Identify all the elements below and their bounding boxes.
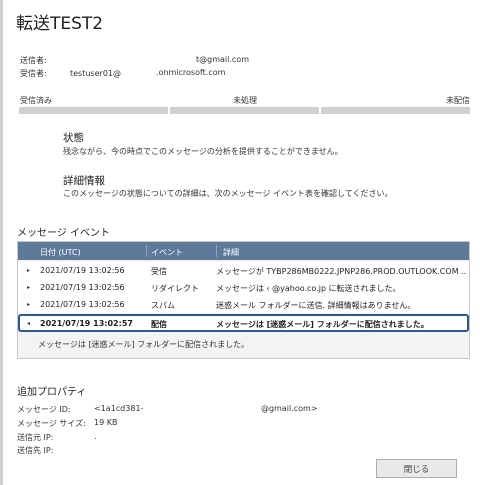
expand-arrow-icon[interactable]: ▸ bbox=[27, 301, 30, 308]
recipient-value: testuser01@ bbox=[70, 69, 121, 78]
event-type: 配信 bbox=[151, 320, 167, 329]
status-heading: 状態 bbox=[63, 132, 84, 144]
property-value: . bbox=[94, 432, 97, 441]
status-received-label: 受信済み bbox=[20, 96, 52, 105]
delivery-status-bar bbox=[19, 107, 470, 114]
status-text: 残念ながら、今の時点でこのメッセージの分析を提供することができません。 bbox=[63, 147, 343, 156]
event-type: リダイレクト bbox=[151, 284, 199, 293]
collapse-arrow-icon[interactable]: ◂ bbox=[27, 320, 30, 327]
status-undelivered-label: 未配信 bbox=[446, 96, 470, 105]
column-header-event[interactable]: イベント bbox=[151, 247, 183, 258]
sender-row: 送信者: t@gmail.com bbox=[20, 55, 249, 66]
page-title: 転送TEST2 bbox=[16, 14, 104, 34]
event-date: 2021/07/19 13:02:56 bbox=[40, 283, 125, 292]
event-detail: メッセージは ‹ @yahoo.co.jp に転送されました。 bbox=[216, 284, 401, 293]
event-detail: メッセージは [迷惑メール] フォルダーに配信されました。 bbox=[216, 320, 429, 329]
property-label: メッセージ サイズ: bbox=[17, 419, 86, 428]
property-value: 19 KB bbox=[94, 418, 118, 427]
event-type: スパム bbox=[151, 301, 175, 310]
sender-label: 送信者: bbox=[20, 56, 47, 65]
column-divider bbox=[146, 245, 147, 257]
event-date: 2021/07/19 13:02:56 bbox=[40, 300, 125, 309]
event-type: 受信 bbox=[151, 267, 167, 276]
event-row[interactable]: ▸ 2021/07/19 13:02:56 リダイレクト メッセージは ‹ @y… bbox=[18, 279, 469, 296]
event-date: 2021/07/19 13:02:56 bbox=[40, 266, 125, 275]
delivery-status-labels: 受信済み 未処理 未配信 bbox=[20, 95, 470, 105]
detail-text: このメッセージの状態についての詳細は、次のメッセージ イベント表を確認してくださ… bbox=[63, 189, 393, 198]
panel-edge bbox=[0, 0, 3, 485]
sender-value: t@gmail.com bbox=[196, 55, 249, 64]
status-segment-received bbox=[19, 107, 168, 114]
properties-title: 追加プロパティ bbox=[17, 387, 87, 398]
recipient-domain: .onmicrosoft.com bbox=[156, 68, 226, 77]
event-detail: メッセージが TYBP286MB0222.JPNP286.PROD.OUTLOO… bbox=[216, 267, 466, 276]
property-label: 送信元 IP: bbox=[17, 433, 54, 442]
recipient-row: 受信者: testuser01@ .onmicrosoft.com bbox=[20, 68, 225, 79]
event-row-selected[interactable]: ◂ 2021/07/19 13:02:57 配信 メッセージは [迷惑メール] … bbox=[18, 314, 469, 332]
event-expanded-detail: メッセージは [迷惑メール] フォルダーに配信されました。 bbox=[38, 340, 250, 349]
event-date: 2021/07/19 13:02:57 bbox=[40, 319, 133, 328]
expand-arrow-icon[interactable]: ▸ bbox=[27, 284, 30, 291]
property-value: <1a1cd381- bbox=[94, 404, 144, 413]
property-value-tail: @gmail.com> bbox=[261, 404, 318, 413]
column-divider bbox=[216, 245, 217, 257]
status-segment-pending bbox=[170, 107, 319, 114]
message-trace-panel: 転送TEST2 送信者: t@gmail.com 受信者: testuser01@… bbox=[0, 0, 480, 485]
property-label: 送信先 IP: bbox=[17, 446, 54, 454]
event-row[interactable]: ▸ 2021/07/19 13:02:56 受信 メッセージが TYBP286M… bbox=[18, 262, 469, 279]
recipient-label: 受信者: bbox=[20, 69, 47, 78]
event-detail: 迷惑メール フォルダーに送信. 詳細情報はありません。 bbox=[216, 301, 416, 310]
column-header-date[interactable]: 日付 (UTC) bbox=[40, 247, 81, 258]
property-dest-ip: 送信先 IP: bbox=[17, 445, 417, 454]
events-title: メッセージ イベント bbox=[17, 228, 110, 239]
column-header-detail[interactable]: 詳細 bbox=[223, 247, 239, 258]
close-button[interactable]: 閉じる bbox=[376, 459, 457, 478]
property-label: メッセージ ID: bbox=[17, 405, 71, 414]
expand-arrow-icon[interactable]: ▸ bbox=[27, 267, 30, 274]
events-table: 日付 (UTC) イベント 詳細 ▸ 2021/07/19 13:02:56 受… bbox=[17, 241, 470, 359]
detail-heading: 詳細情報 bbox=[63, 175, 105, 187]
event-row[interactable]: ▸ 2021/07/19 13:02:56 スパム 迷惑メール フォルダーに送信… bbox=[18, 296, 469, 313]
status-pending-label: 未処理 bbox=[233, 96, 257, 105]
events-table-header: 日付 (UTC) イベント 詳細 bbox=[18, 242, 469, 260]
status-segment-undelivered bbox=[321, 107, 470, 114]
